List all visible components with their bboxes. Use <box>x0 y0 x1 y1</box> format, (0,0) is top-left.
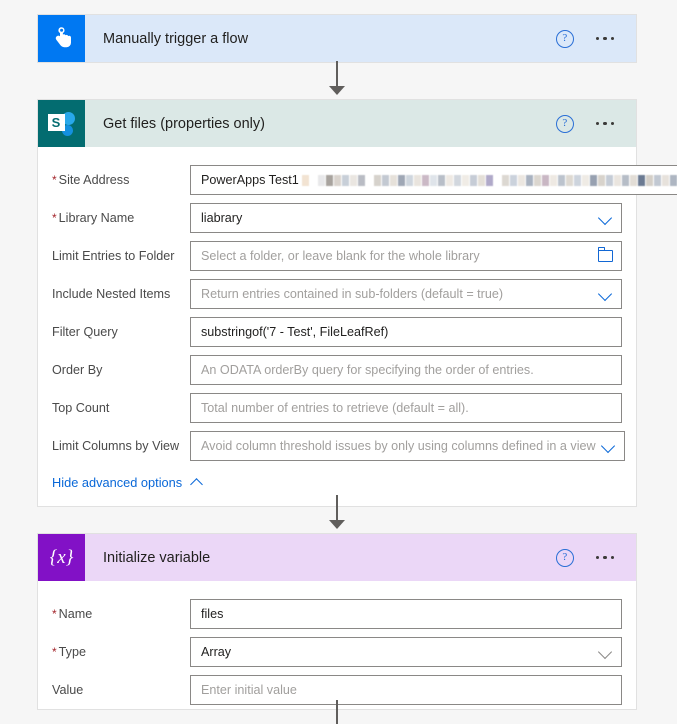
chevron-down-icon[interactable] <box>599 647 613 656</box>
connector-line-3 <box>336 700 338 724</box>
field-row-site-address: * Site Address PowerApps Test1 <box>38 161 677 198</box>
get-files-card-header[interactable]: S Get files (properties only) ? <box>38 100 636 147</box>
tap-hand-icon <box>38 15 85 62</box>
field-label-variable-value: Value <box>52 682 84 697</box>
library-name-value: liabrary <box>201 210 243 225</box>
chevron-down-icon[interactable] <box>599 289 613 298</box>
site-address-input[interactable]: PowerApps Test1 <box>190 164 677 195</box>
initialize-variable-card[interactable]: {x} Initialize variable ? * Name files * T… <box>37 533 637 710</box>
more-options-button[interactable] <box>595 121 614 126</box>
required-asterisk: * <box>52 606 57 621</box>
field-label-top-count: Top Count <box>52 400 110 415</box>
field-label-library-name: * Library Name <box>52 210 135 225</box>
field-label-order-by: Order By <box>52 362 103 377</box>
top-count-input[interactable]: Total number of entries to retrieve (def… <box>190 392 622 423</box>
variable-name-value: files <box>201 606 224 621</box>
variable-name-input[interactable]: files <box>190 598 622 629</box>
top-count-placeholder: Total number of entries to retrieve (def… <box>201 400 469 415</box>
connector-arrow-2 <box>329 520 345 529</box>
variable-braces-icon: {x} <box>38 534 85 581</box>
get-files-card-body: * Site Address PowerApps Test1 * Library N… <box>38 147 677 506</box>
more-options-button[interactable] <box>595 555 614 560</box>
required-asterisk: * <box>52 172 57 187</box>
chevron-down-icon[interactable] <box>599 213 613 222</box>
field-row-limit-columns-by-view: Limit Columns by View Avoid column thres… <box>38 427 636 464</box>
field-row-library-name: * Library Name liabrary <box>38 199 636 236</box>
field-row-top-count: Top Count Total number of entries to ret… <box>38 389 636 426</box>
connector-arrow-1 <box>329 86 345 95</box>
trigger-card-header[interactable]: Manually trigger a flow ? <box>38 15 636 62</box>
limit-columns-by-view-input[interactable]: Avoid column threshold issues by only us… <box>190 430 625 461</box>
site-address-value: PowerApps Test1 <box>201 173 677 187</box>
initialize-variable-card-header[interactable]: {x} Initialize variable ? <box>38 534 636 581</box>
filter-query-value: substringof('7 - Test', FileLeafRef) <box>201 324 389 339</box>
required-asterisk: * <box>52 210 57 225</box>
field-row-limit-entries-to-folder: Limit Entries to Folder Select a folder,… <box>38 237 636 274</box>
variable-type-value: Array <box>201 644 232 659</box>
sharepoint-icon: S <box>38 100 85 147</box>
variable-value-placeholder: Enter initial value <box>201 682 297 697</box>
required-asterisk: * <box>52 644 57 659</box>
filter-query-input[interactable]: substringof('7 - Test', FileLeafRef) <box>190 316 622 347</box>
initialize-variable-card-actions: ? <box>555 548 636 567</box>
get-files-card[interactable]: S Get files (properties only) ? * Site Ad… <box>37 99 677 507</box>
field-row-variable-name: * Name files <box>38 595 636 632</box>
field-label-variable-name: * Name <box>52 606 93 621</box>
help-icon[interactable]: ? <box>555 114 574 133</box>
initialize-variable-card-body: * Name files * Type Array Value Enter init… <box>38 581 636 708</box>
limit-entries-to-folder-input[interactable]: Select a folder, or leave blank for the … <box>190 240 622 271</box>
limit-columns-by-view-placeholder: Avoid column threshold issues by only us… <box>201 438 596 453</box>
redacted-url-blur <box>301 174 677 186</box>
field-label-variable-type: * Type <box>52 644 86 659</box>
field-label-limit-columns-by-view: Limit Columns by View <box>52 438 180 453</box>
field-row-include-nested-items: Include Nested Items Return entries cont… <box>38 275 636 312</box>
folder-picker-icon[interactable] <box>597 246 613 262</box>
include-nested-items-input[interactable]: Return entries contained in sub-folders … <box>190 278 622 309</box>
variable-braces-glyph: {x} <box>49 546 74 568</box>
field-label-filter-query: Filter Query <box>52 324 118 339</box>
flow-designer-canvas: Manually trigger a flow ? S Get files (p… <box>0 0 677 724</box>
order-by-placeholder: An ODATA orderBy query for specifying th… <box>201 362 534 377</box>
field-row-variable-type: * Type Array <box>38 633 636 670</box>
hide-advanced-options-label: Hide advanced options <box>52 475 183 490</box>
more-options-button[interactable] <box>595 36 614 41</box>
field-row-filter-query: Filter Query substringof('7 - Test', Fil… <box>38 313 636 350</box>
field-label-include-nested-items: Include Nested Items <box>52 286 171 301</box>
variable-value-input[interactable]: Enter initial value <box>190 674 622 705</box>
help-icon[interactable]: ? <box>555 548 574 567</box>
field-row-order-by: Order By An ODATA orderBy query for spec… <box>38 351 636 388</box>
field-label-limit-entries-to-folder: Limit Entries to Folder <box>52 248 175 263</box>
help-icon[interactable]: ? <box>555 29 574 48</box>
field-label-site-address: * Site Address <box>52 172 130 187</box>
get-files-card-actions: ? <box>555 114 636 133</box>
include-nested-items-placeholder: Return entries contained in sub-folders … <box>201 286 504 301</box>
order-by-input[interactable]: An ODATA orderBy query for specifying th… <box>190 354 622 385</box>
limit-entries-to-folder-placeholder: Select a folder, or leave blank for the … <box>201 248 480 263</box>
trigger-card-actions: ? <box>555 29 636 48</box>
chevron-down-icon[interactable] <box>602 441 616 450</box>
variable-type-input[interactable]: Array <box>190 636 622 667</box>
get-files-card-title: Get files (properties only) <box>103 115 265 132</box>
library-name-input[interactable]: liabrary <box>190 202 622 233</box>
trigger-card-title: Manually trigger a flow <box>103 30 249 47</box>
chevron-up-icon <box>191 477 202 488</box>
trigger-card[interactable]: Manually trigger a flow ? <box>37 14 637 63</box>
initialize-variable-card-title: Initialize variable <box>103 549 211 566</box>
